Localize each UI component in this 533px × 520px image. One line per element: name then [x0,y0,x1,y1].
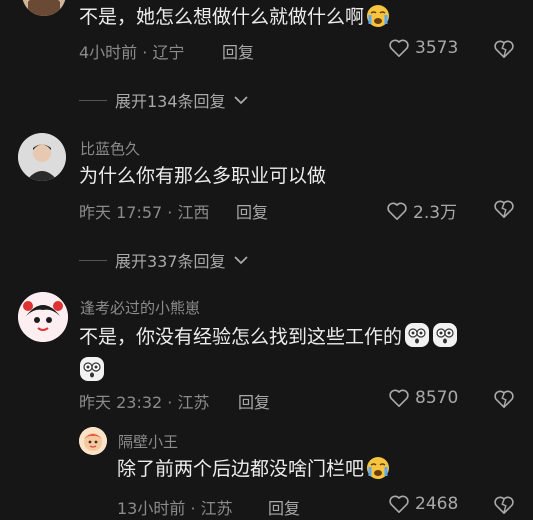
dislike-button[interactable] [493,39,515,63]
crying-face-emoji [366,456,390,488]
expand-label: 展开337条回复 [115,252,226,271]
avatar[interactable] [18,292,68,342]
like-button[interactable]: 8570 [388,388,458,408]
dislike-button[interactable] [493,199,515,223]
username[interactable]: 隔壁小王 [118,431,178,452]
shocked-face-emoji [432,322,458,356]
reply-text: 除了前两个后边都没啥门栏吧 [117,455,390,488]
divider [79,259,107,261]
reply-button[interactable]: 回复 [238,389,270,413]
broken-heart-icon [494,496,514,514]
comment-text: 为什么你有那么多职业可以做 [79,165,327,187]
heart-outline-icon [389,39,409,57]
username[interactable]: 逢考必过的小熊崽 [80,297,200,318]
heart-outline-icon [387,202,407,220]
divider [79,99,107,101]
reply-meta: 13小时前 · 江苏 [117,499,233,518]
reply-button[interactable]: 回复 [268,495,300,519]
broken-heart-icon [494,390,514,408]
reply-button[interactable]: 回复 [222,39,254,63]
comment-text: 不是，你没有经验怎么找到这些工作的 [79,322,519,390]
dislike-button[interactable] [493,495,515,519]
avatar[interactable] [79,427,107,455]
like-count: 3573 [415,38,459,58]
username[interactable]: 比蓝色久 [80,138,140,159]
shocked-face-emoji [404,322,430,356]
comment-text: 不是，她怎么想做什么就做什么啊 [79,3,390,36]
broken-heart-icon [494,200,514,218]
comment-meta: 昨天 23:32 · 江苏 [79,393,210,412]
expand-replies-button[interactable]: 展开134条回复 [79,88,248,112]
broken-heart-icon [494,40,514,58]
shocked-face-emoji [79,356,105,390]
avatar[interactable] [22,0,66,16]
heart-outline-icon [389,495,409,513]
like-button[interactable]: 2468 [388,494,458,514]
comment-meta: 昨天 17:57 · 江西 [79,203,210,222]
comment-meta: 4小时前 · 辽宁 [79,43,185,62]
chevron-down-icon [233,256,248,265]
dislike-button[interactable] [493,389,515,413]
avatar[interactable] [18,133,66,181]
heart-outline-icon [389,389,409,407]
like-button[interactable]: 2.3万 [386,198,457,223]
like-count: 2468 [415,494,459,514]
chevron-down-icon [233,96,248,105]
like-button[interactable]: 3573 [388,38,458,58]
crying-face-emoji [366,4,390,36]
like-count: 8570 [415,388,459,408]
like-count: 2.3万 [413,203,458,223]
expand-label: 展开134条回复 [115,92,226,111]
reply-button[interactable]: 回复 [236,199,268,223]
expand-replies-button[interactable]: 展开337条回复 [79,248,248,272]
